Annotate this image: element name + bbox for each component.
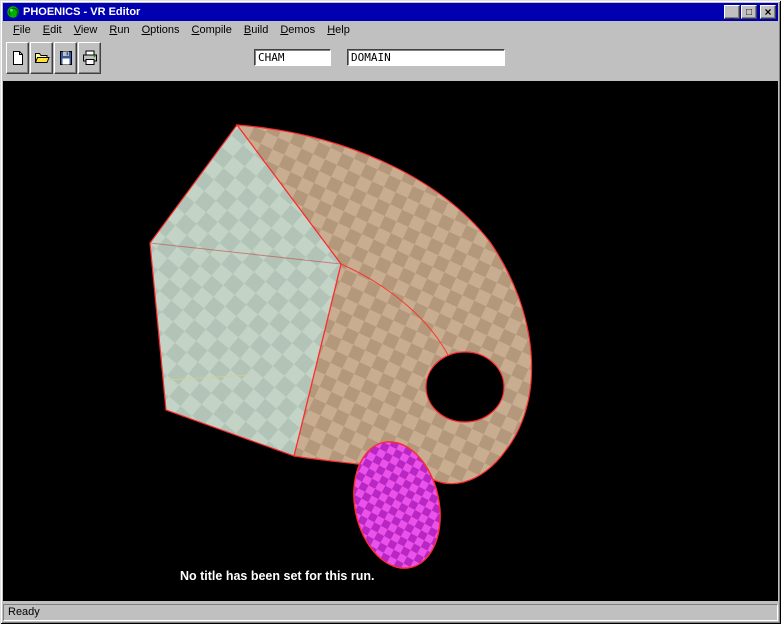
open-folder-icon [34,53,50,63]
statusbar: Ready [3,601,778,621]
menubar: File Edit View Run Options Compile Build… [3,21,778,40]
window-controls: _ □ × [723,5,776,20]
menu-compile[interactable]: Compile [186,22,238,39]
menu-demos[interactable]: Demos [274,22,321,39]
save-floppy-icon [59,51,72,65]
menu-edit[interactable]: Edit [37,22,68,39]
menu-view[interactable]: View [68,22,104,39]
maximize-button[interactable]: □ [741,5,757,19]
new-file-icon [12,51,23,65]
menu-help[interactable]: Help [321,22,356,39]
menu-file[interactable]: File [7,22,37,39]
titlebar: PHOENICS - VR Editor _ □ × [3,3,778,21]
printer-icon [82,50,97,65]
menu-options[interactable]: Options [136,22,186,39]
run-title-message: No title has been set for this run. [180,569,375,583]
app-icon[interactable] [6,5,20,19]
save-file-button[interactable] [54,42,77,74]
window-title: PHOENICS - VR Editor [23,6,141,18]
toolbar [3,40,778,81]
print-button[interactable] [78,42,101,74]
vr-viewport[interactable]: No title has been set for this run. [3,81,778,601]
horn-inner-hole [425,351,505,423]
open-file-button[interactable] [30,42,53,74]
new-file-button[interactable] [6,42,29,74]
scene-3d [149,123,533,569]
domain-name-field[interactable] [347,49,505,66]
close-button[interactable]: × [760,5,776,19]
minimize-button[interactable]: _ [724,5,740,20]
status-text: Ready [3,603,778,621]
app-window: PHOENICS - VR Editor _ □ × File Edit Vie… [0,0,781,624]
menu-run[interactable]: Run [103,22,135,39]
case-name-field[interactable] [254,49,331,66]
menu-build[interactable]: Build [238,22,274,39]
